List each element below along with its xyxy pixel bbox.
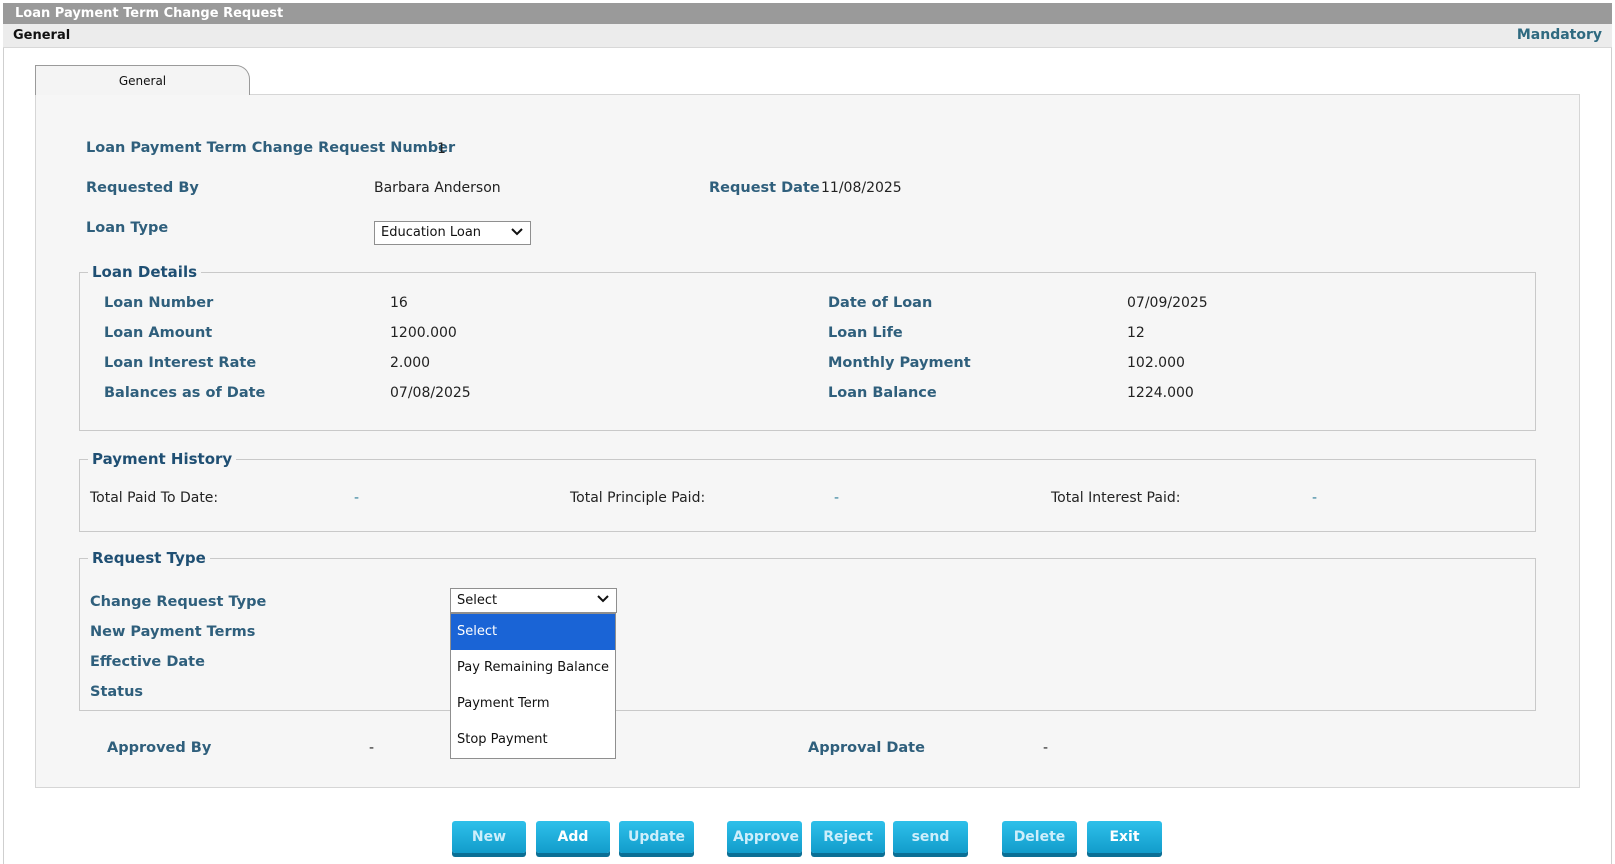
option-payment-term[interactable]: Payment Term [451,686,615,722]
loan-life-label: Loan Life [828,325,903,341]
approved-by-value: - [369,740,375,756]
send-button[interactable]: send [893,821,968,853]
date-of-loan-value: 07/09/2025 [1127,295,1208,311]
request-date-label: Request Date [709,180,820,196]
change-request-selected: Select [457,593,498,608]
section-bar: General Mandatory [3,24,1612,48]
general-panel: Loan Payment Term Change Request Number … [35,94,1580,788]
loan-type-selected: Education Loan [381,225,482,240]
mandatory-label: Mandatory [1516,27,1602,43]
payment-history-group: Payment History [79,450,1536,532]
reject-button[interactable]: Reject [811,821,885,853]
option-select[interactable]: Select [451,614,615,650]
request-number-value: 1 [437,141,446,157]
approval-date-label: Approval Date [808,740,925,756]
exit-button[interactable]: Exit [1087,821,1162,853]
option-stop-payment[interactable]: Stop Payment [451,722,615,758]
total-paid-value: - [354,490,360,506]
interest-rate-value: 2.000 [390,355,431,371]
loan-details-legend: Loan Details [88,263,202,281]
principle-paid-value: - [834,490,840,506]
loan-type-label: Loan Type [86,220,169,236]
change-request-type-select[interactable]: Select [450,588,617,613]
change-request-type-options: Select Pay Remaining Balance Payment Ter… [450,613,616,759]
loan-type-select[interactable]: Education Loan [374,221,531,245]
request-number-label: Loan Payment Term Change Request Number [86,140,456,156]
interest-paid-value: - [1312,490,1318,506]
loan-balance-value: 1224.000 [1127,385,1194,401]
add-button[interactable]: Add [536,821,610,853]
date-of-loan-label: Date of Loan [828,295,933,311]
status-label: Status [90,684,144,700]
approval-date-value: - [1043,740,1049,756]
window-title: Loan Payment Term Change Request [3,3,1612,24]
interest-paid-label: Total Interest Paid: [1051,490,1181,506]
principle-paid-label: Total Principle Paid: [570,490,706,506]
loan-life-value: 12 [1127,325,1145,341]
loan-amount-value: 1200.000 [390,325,457,341]
request-type-legend: Request Type [88,549,210,567]
payment-history-legend: Payment History [88,450,237,468]
request-type-group: Request Type [79,549,1536,711]
loan-details-group: Loan Details [79,263,1536,431]
balances-as-of-label: Balances as of Date [104,385,266,401]
new-button[interactable]: New [452,821,526,853]
loan-number-value: 16 [390,295,408,311]
chevron-down-icon [511,228,523,236]
monthly-payment-label: Monthly Payment [828,355,971,371]
effective-date-label: Effective Date [90,654,205,670]
delete-button[interactable]: Delete [1002,821,1077,853]
approved-by-label: Approved By [107,740,212,756]
section-title: General [13,28,71,43]
monthly-payment-value: 102.000 [1127,355,1185,371]
update-button[interactable]: Update [619,821,694,853]
balances-as-of-value: 07/08/2025 [390,385,471,401]
loan-balance-label: Loan Balance [828,385,937,401]
chevron-down-icon [597,595,609,603]
interest-rate-label: Loan Interest Rate [104,355,257,371]
tab-general[interactable]: General [35,65,250,95]
option-pay-remaining-balance[interactable]: Pay Remaining Balance [451,650,615,686]
requested-by-label: Requested By [86,180,199,196]
approve-button[interactable]: Approve [727,821,802,853]
request-date-value: 11/08/2025 [821,180,902,196]
new-payment-terms-label: New Payment Terms [90,624,256,640]
loan-number-label: Loan Number [104,295,214,311]
loan-amount-label: Loan Amount [104,325,213,341]
total-paid-label: Total Paid To Date: [90,490,219,506]
requested-by-value: Barbara Anderson [374,180,501,196]
change-request-type-label: Change Request Type [90,594,267,610]
